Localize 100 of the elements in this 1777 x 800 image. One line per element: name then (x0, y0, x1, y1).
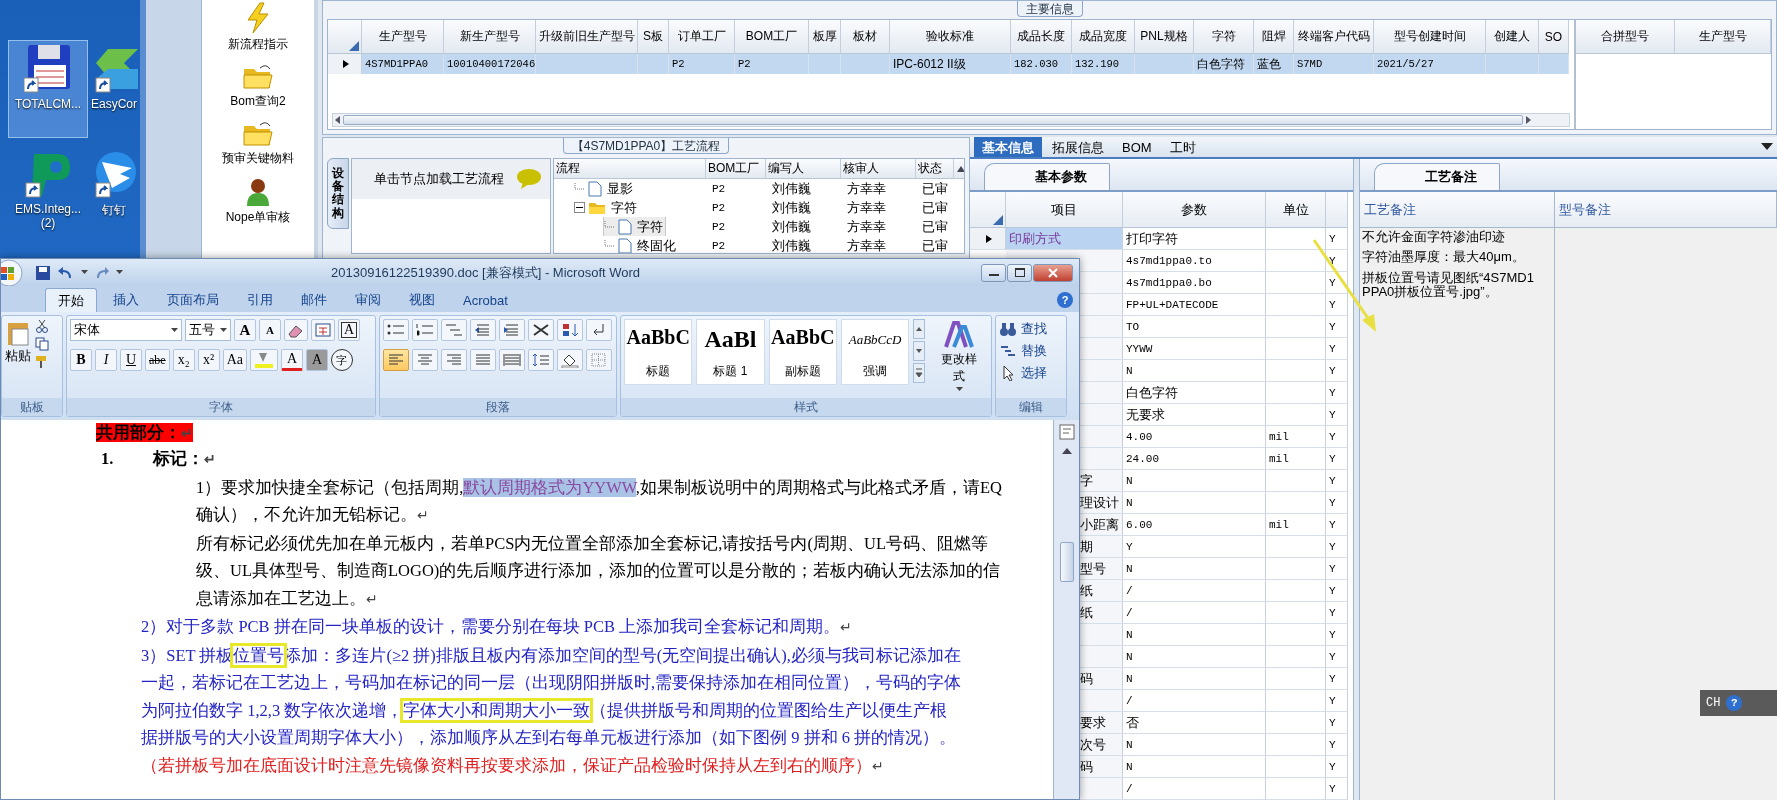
scroll-thumb[interactable] (1059, 542, 1074, 582)
desktop-shortcut[interactable]: EasyCor (88, 40, 140, 138)
tab[interactable]: BOM (1114, 137, 1160, 157)
dropdown-icon[interactable] (1761, 143, 1773, 151)
tab[interactable]: 基本信息 (974, 137, 1042, 157)
ribbon-tab[interactable]: 视图 (397, 288, 447, 312)
format-button[interactable]: x² (197, 349, 220, 371)
bullets-button[interactable] (383, 319, 409, 341)
scroll-up-icon[interactable] (913, 319, 926, 339)
tab[interactable]: 工艺备注 (1374, 163, 1500, 190)
phonetic-guide-button[interactable] (311, 319, 335, 341)
tab[interactable]: 基本参数 (984, 163, 1110, 190)
column-header[interactable]: 参数 (1123, 192, 1266, 228)
nav-item[interactable]: Bom查询2 (230, 63, 286, 110)
sort-button[interactable] (557, 319, 583, 341)
style-option[interactable]: AaBl 标题 1 (696, 319, 765, 385)
column-header[interactable]: 板材 (841, 20, 890, 54)
paintbrush-icon[interactable] (35, 355, 49, 369)
column-header[interactable]: 核审人 (841, 159, 916, 179)
font-name-field[interactable]: 宋体 (70, 319, 182, 341)
desktop-shortcut[interactable]: 钉钉 (88, 145, 140, 243)
tree-node[interactable]: 终固化 (604, 236, 678, 253)
tree-node[interactable]: 字符 (604, 217, 665, 236)
ribbon-tab[interactable]: 引用 (235, 288, 285, 312)
italic-button[interactable]: I (95, 349, 117, 371)
scroll-left-icon[interactable] (333, 115, 343, 125)
column-header[interactable]: 生产型号 (1675, 20, 1771, 54)
minimize-button[interactable] (981, 263, 1006, 282)
redo-icon[interactable] (94, 264, 110, 281)
header-corner[interactable] (970, 192, 1006, 228)
edit-command[interactable]: 选择 (999, 364, 1063, 382)
tree-node[interactable]: 字符 (574, 198, 639, 217)
column-header[interactable]: 工艺备注 (1360, 192, 1555, 228)
language-bar[interactable]: CH ? (1700, 690, 1777, 716)
column-header[interactable]: 验收标准 (890, 20, 1011, 54)
column-header[interactable]: 成品宽度 (1072, 20, 1135, 54)
paragraph-mark-button[interactable] (586, 319, 612, 341)
column-header[interactable]: 终端客户代码 (1294, 20, 1374, 54)
column-header[interactable]: 项目 (1006, 192, 1123, 228)
column-header[interactable]: 流程 (554, 159, 706, 179)
grow-font-button[interactable]: A (234, 319, 256, 341)
ruler-toggle-icon[interactable] (1058, 424, 1075, 440)
save-icon[interactable] (35, 264, 51, 281)
format-button[interactable]: Aa (222, 349, 247, 371)
scroll-up-icon[interactable] (956, 164, 964, 173)
column-header[interactable]: 升级前旧生产型号 (536, 20, 638, 54)
nav-item[interactable]: Nope单审核 (225, 177, 291, 226)
column-header[interactable]: S板 (638, 20, 669, 54)
collapse-icon[interactable] (574, 202, 585, 213)
row-header[interactable] (970, 228, 1006, 250)
help-button[interactable]: ? (1057, 292, 1073, 308)
edit-command[interactable]: 查找 (999, 320, 1063, 338)
corner-triangle-icon[interactable] (993, 215, 1003, 225)
column-header[interactable]: 生产型号 (362, 20, 444, 54)
column-header[interactable]: 创建人 (1486, 20, 1539, 54)
column-header[interactable]: SO (1539, 20, 1569, 54)
edit-command[interactable]: 替换 (999, 342, 1063, 360)
scroll-thumb[interactable] (343, 115, 1523, 125)
column-header[interactable]: 单位 (1266, 192, 1326, 228)
ribbon-tab[interactable]: Acrobat (451, 288, 520, 312)
header-corner[interactable] (328, 20, 362, 54)
column-header[interactable]: 型号备注 (1555, 192, 1777, 228)
tree-node[interactable]: 显影 (574, 179, 635, 198)
row-header[interactable] (328, 54, 362, 74)
multilevel-list-button[interactable] (441, 319, 467, 341)
align-left-button[interactable] (383, 349, 409, 371)
maximize-button[interactable] (1007, 263, 1032, 282)
paint-bucket-button[interactable] (557, 349, 583, 371)
desktop-shortcut[interactable]: EMS.Integ... (2) (8, 145, 88, 243)
style-option[interactable]: AaBbCcD 强调 (840, 319, 910, 385)
enclose-character-button[interactable]: 字 (331, 349, 353, 371)
ribbon-tab[interactable]: 审阅 (343, 288, 393, 312)
distribute-button[interactable] (499, 349, 525, 371)
ribbon-tab[interactable]: 页面布局 (155, 288, 231, 312)
column-header[interactable]: 订单工厂 (669, 20, 735, 54)
text-direction-button[interactable] (528, 319, 554, 341)
scroll-up-icon[interactable] (1059, 446, 1074, 456)
style-option[interactable]: AaBbC 标题 (624, 319, 693, 385)
scissors-icon[interactable] (35, 319, 49, 333)
style-option[interactable]: AaBbC 副标题 (768, 319, 837, 385)
highlight-button[interactable] (250, 349, 278, 371)
ribbon-tab[interactable]: 开始 (45, 288, 97, 312)
column-header[interactable]: BOM工厂 (706, 159, 766, 179)
corner-triangle-icon[interactable] (349, 41, 359, 51)
side-tab[interactable]: 设备结构 (327, 158, 349, 229)
bold-button[interactable]: B (70, 349, 92, 371)
copy-icon[interactable] (35, 337, 49, 351)
justify-button[interactable] (470, 349, 496, 371)
scroll-right-icon[interactable] (1523, 115, 1533, 125)
font-color-button[interactable]: A (281, 349, 303, 371)
nav-item[interactable]: 新流程指示 (228, 2, 288, 53)
font-size-field[interactable]: 五号 (185, 319, 231, 341)
align-right-button[interactable] (441, 349, 467, 371)
paste-button[interactable]: 粘贴 (5, 319, 31, 395)
strikethrough-button[interactable]: abe (145, 349, 170, 371)
column-header[interactable]: 成品长度 (1011, 20, 1072, 54)
decrease-indent-button[interactable] (470, 319, 496, 341)
shrink-font-button[interactable]: A (259, 319, 281, 341)
horizontal-scrollbar[interactable] (332, 113, 1570, 127)
tab[interactable]: 拓展信息 (1044, 137, 1112, 157)
